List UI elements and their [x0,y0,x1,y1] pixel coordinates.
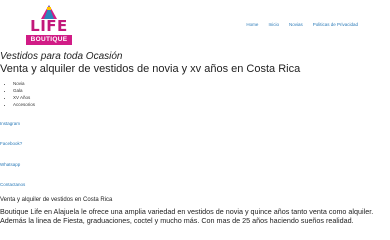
logo-subtitle: BOUTIQUE [26,35,72,45]
page-title: Venta y alquiler de vestidos de novia y … [0,63,301,75]
tagline: Vestidos para toda Ocasión [0,51,123,62]
site-logo[interactable]: LIFE BOUTIQUE [22,4,76,48]
intro-paragraph: Boutique Life en Alajuela le ofrece una … [0,207,374,225]
category-item-novia[interactable]: Novia [13,80,35,87]
section-subheading: Venta y alquiler de vestidos en Costa Ri… [0,197,113,203]
site-header: LIFE BOUTIQUE Home Inicio Novias Politic… [0,0,390,50]
category-list: Novia Gala XV Años Accesorios [5,80,35,108]
main-nav: Home Inicio Novias Politicas de Privacid… [241,22,363,28]
logo-wordmark: LIFE [30,17,68,35]
whatsapp-link[interactable]: Whatsapp [0,162,20,168]
nav-novias[interactable]: Novias [284,22,308,28]
instagram-link[interactable]: Instagram [0,121,20,127]
nav-inicio[interactable]: Inicio [263,22,284,28]
category-item-xv[interactable]: XV Años [13,94,35,101]
contact-link[interactable]: Contactanos [0,182,25,188]
facebook-link[interactable]: Facebook? [0,141,22,147]
category-item-gala[interactable]: Gala [13,87,35,94]
nav-privacy[interactable]: Politicas de Privacidad [308,22,363,28]
nav-home[interactable]: Home [241,22,263,28]
category-item-accesorios[interactable]: Accesorios [13,101,35,108]
